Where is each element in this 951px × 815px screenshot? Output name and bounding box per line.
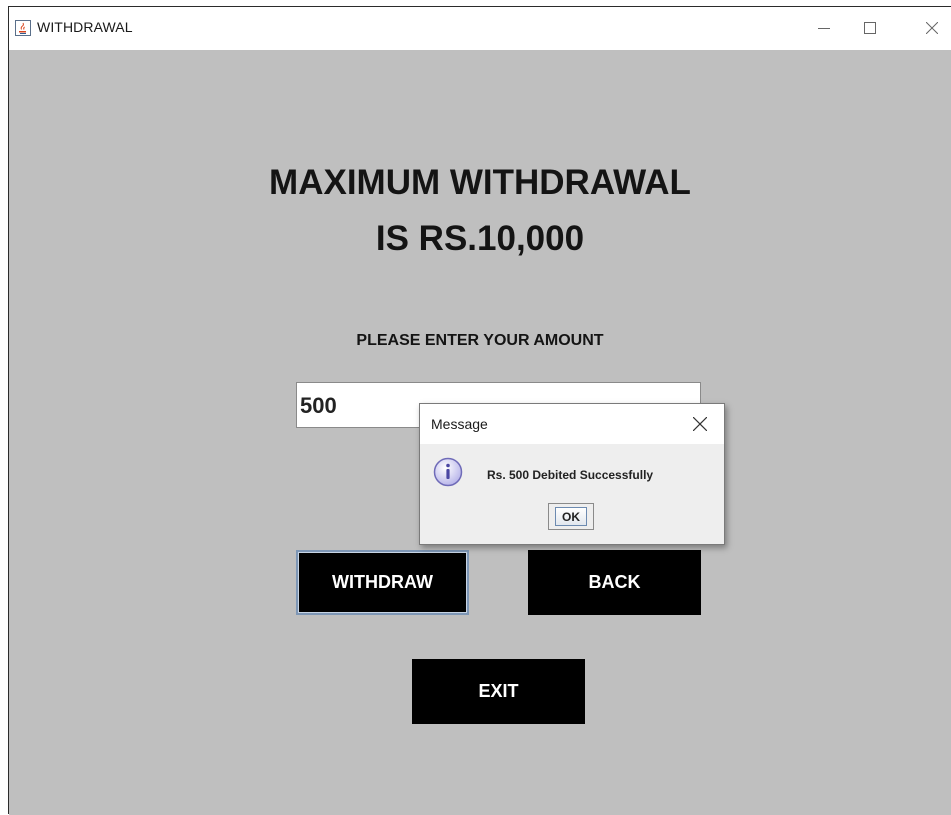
window-titlebar[interactable]: WITHDRAWAL [9, 7, 951, 50]
page-title-line1: MAXIMUM WITHDRAWAL [269, 163, 691, 202]
page-title-line2: IS RS.10,000 [375, 219, 585, 258]
ok-button[interactable]: OK [548, 503, 594, 530]
close-icon [693, 417, 707, 431]
amount-prompt: PLEASE ENTER YOUR AMOUNT [356, 332, 604, 349]
info-icon [433, 457, 463, 487]
back-button[interactable]: BACK [528, 550, 701, 615]
dialog-message: Rs. 500 Debited Successfully [487, 468, 654, 482]
dialog-title: Message [431, 416, 488, 432]
withdraw-button[interactable]: WITHDRAW [296, 550, 469, 615]
dialog-titlebar[interactable]: Message [420, 404, 724, 444]
dialog-close-button[interactable] [684, 410, 716, 438]
minimize-icon [818, 28, 830, 29]
maximize-icon [864, 22, 876, 34]
minimize-button[interactable] [801, 7, 847, 50]
java-app-icon [15, 20, 31, 36]
maximize-button[interactable] [847, 7, 893, 50]
close-button[interactable] [909, 7, 951, 50]
ok-button-label: OK [555, 507, 587, 526]
close-icon [926, 22, 938, 34]
window-title: WITHDRAWAL [37, 19, 133, 35]
exit-button[interactable]: EXIT [412, 659, 585, 724]
message-dialog: Message Rs. 500 Debited Successfully OK [419, 403, 725, 545]
